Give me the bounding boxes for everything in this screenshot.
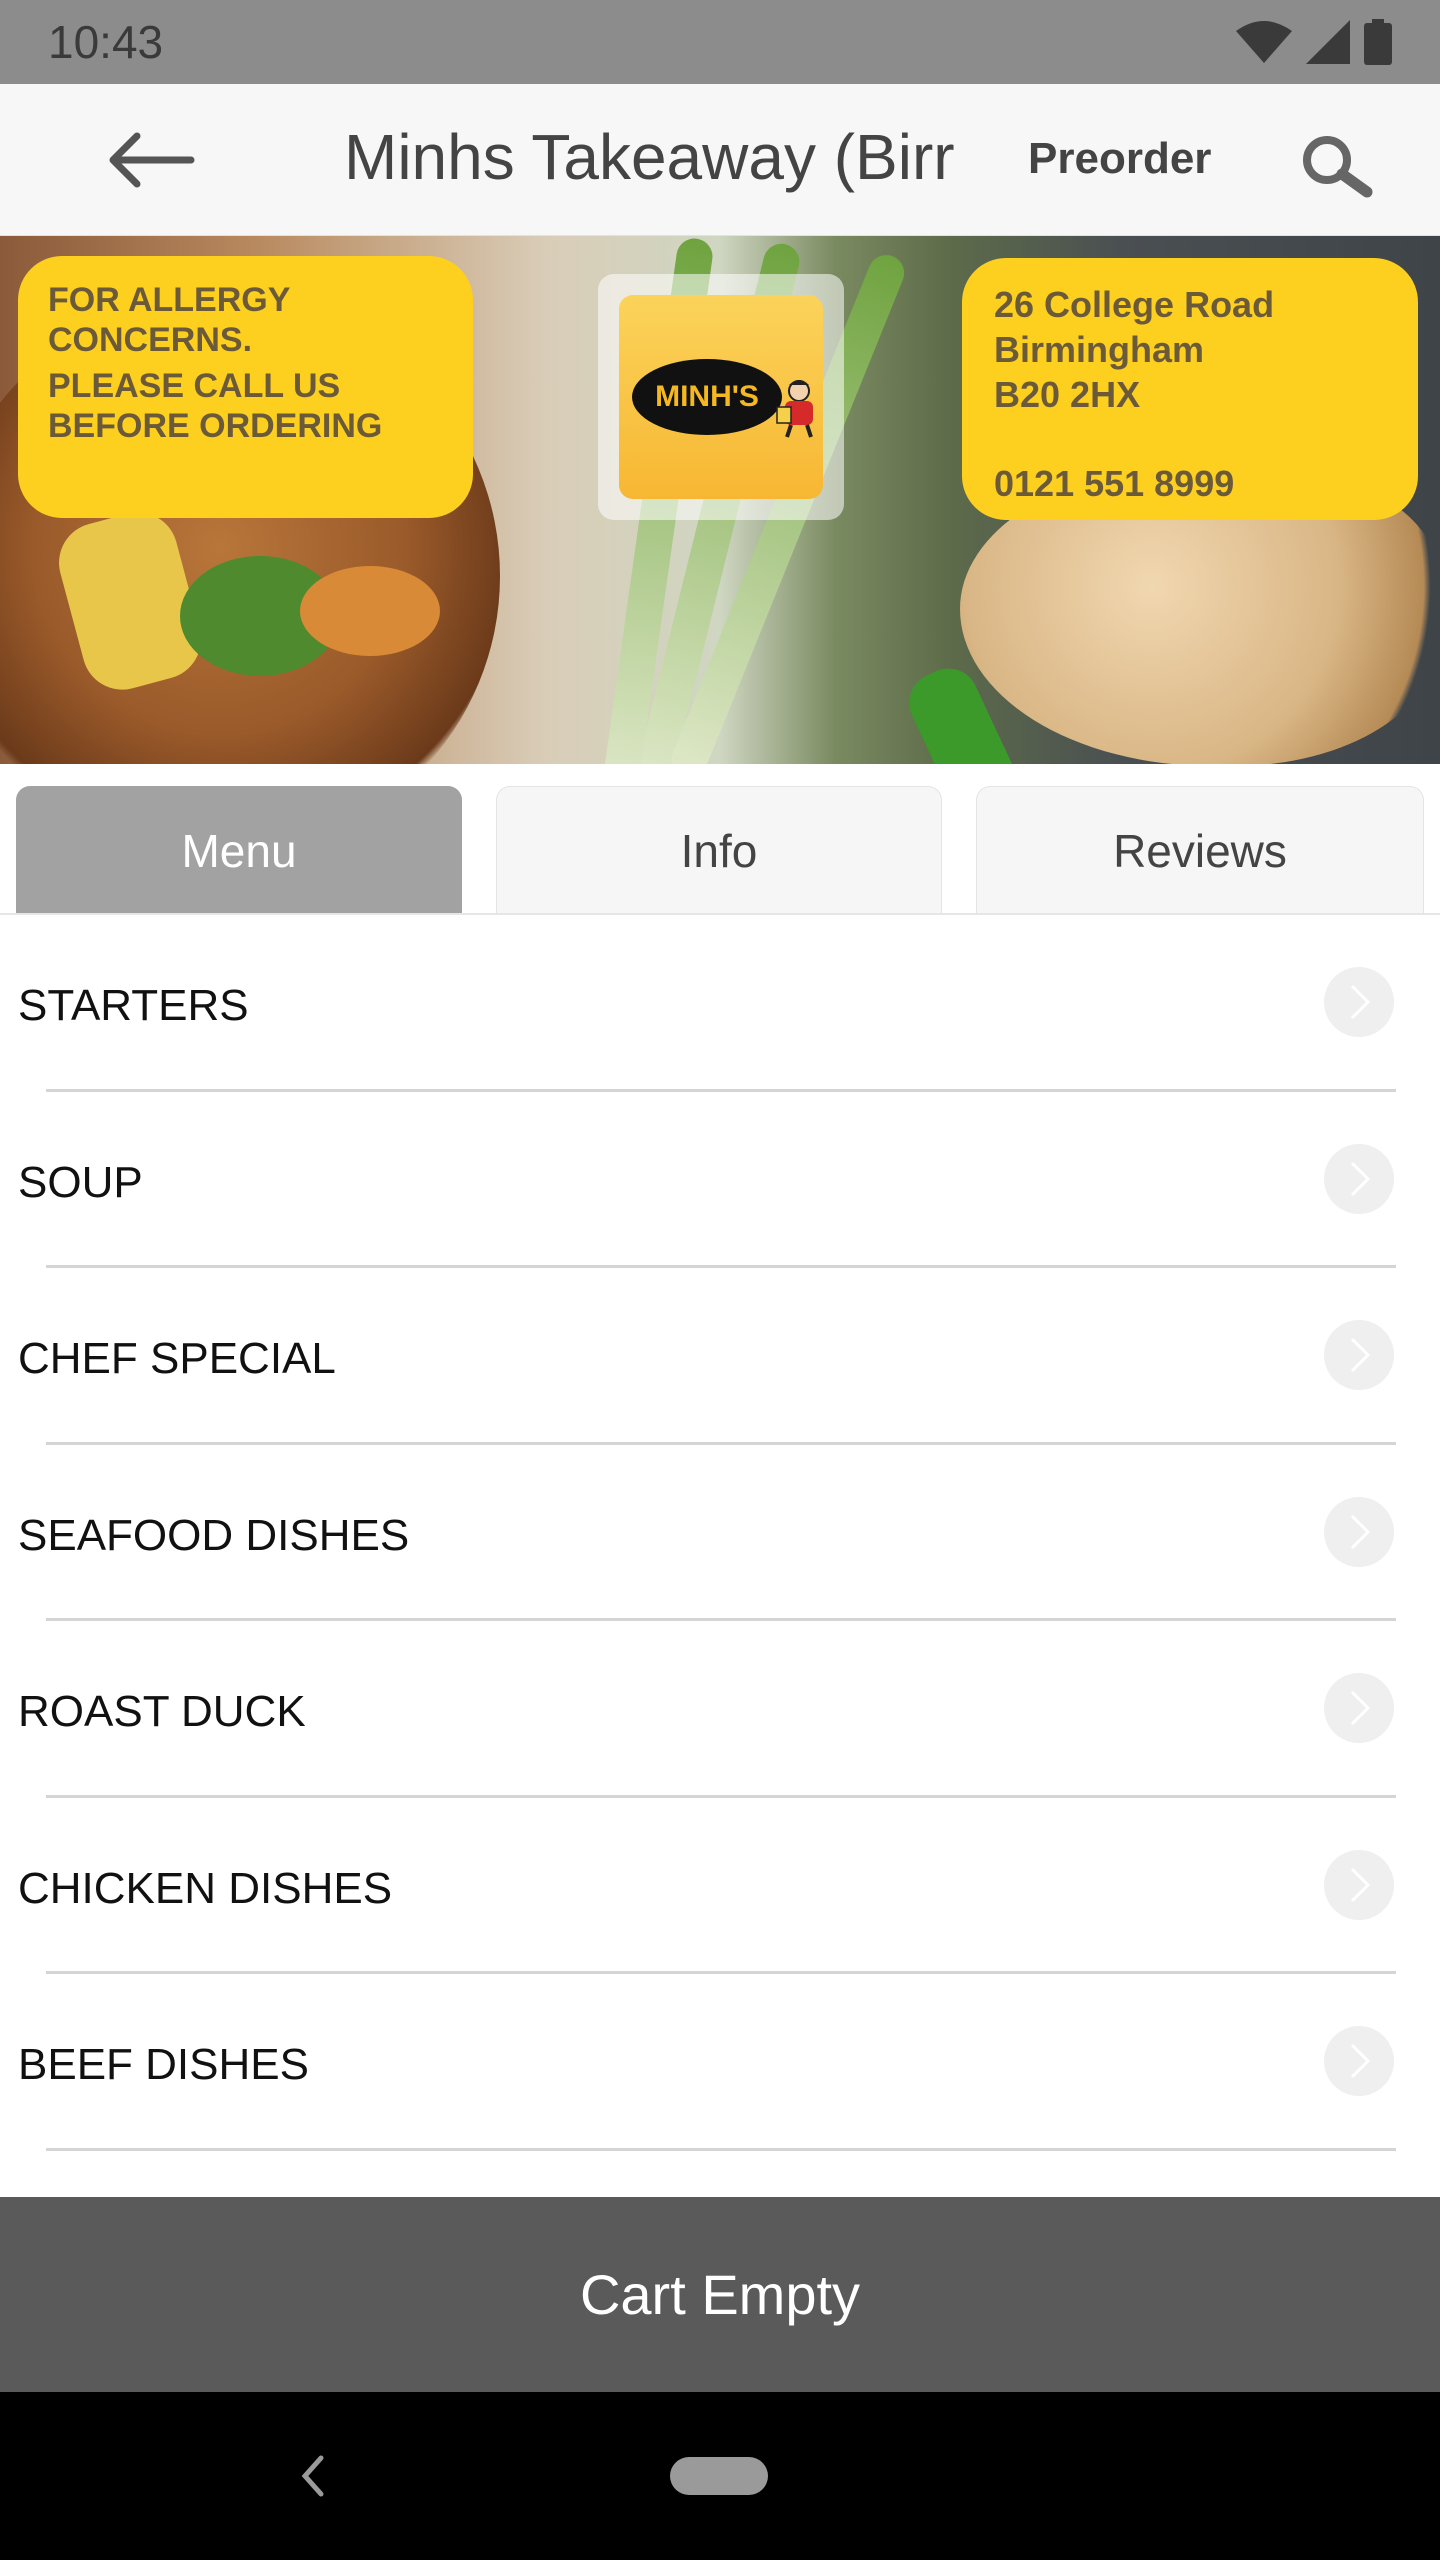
logo-tile: MINH'S xyxy=(619,295,823,499)
phone-number[interactable]: 0121 551 8999 xyxy=(994,461,1386,506)
address-line: 26 College Road xyxy=(994,284,1275,325)
system-nav-bar xyxy=(0,2392,1440,2560)
menu-category-chef-special[interactable]: CHEF SPECIAL xyxy=(0,1268,1440,1445)
chevron-right-icon xyxy=(1324,1320,1394,1390)
status-icons xyxy=(1236,19,1392,65)
system-home-button[interactable] xyxy=(670,2457,768,2495)
status-time: 10:43 xyxy=(48,16,164,68)
tab-reviews[interactable]: Reviews xyxy=(976,786,1424,914)
wifi-icon xyxy=(1236,21,1292,63)
menu-category-seafood-dishes[interactable]: SEAFOOD DISHES xyxy=(0,1445,1440,1621)
menu-category-label: SEAFOOD DISHES xyxy=(18,1510,410,1560)
battery-icon xyxy=(1364,19,1392,65)
menu-category-beef-dishes[interactable]: BEEF DISHES xyxy=(0,1974,1440,2151)
allergy-line: PLEASE CALL US xyxy=(48,367,341,405)
tab-menu[interactable]: Menu xyxy=(16,786,462,914)
logo-text: MINH'S xyxy=(655,380,759,413)
status-bar: 10:43 xyxy=(0,0,1440,84)
chevron-left-icon xyxy=(301,2455,324,2497)
menu-category-roast-duck[interactable]: ROAST DUCK xyxy=(0,1621,1440,1798)
back-button[interactable] xyxy=(100,124,200,196)
address-card: 26 College Road Birmingham B20 2HX 0121 … xyxy=(962,258,1418,520)
divider xyxy=(46,2147,1396,2151)
mascot-icon xyxy=(776,380,813,438)
allergy-line: FOR ALLERGY xyxy=(48,281,291,319)
chevron-right-icon xyxy=(1324,2026,1394,2096)
chevron-right-icon xyxy=(1324,967,1394,1037)
menu-category-soup[interactable]: SOUP xyxy=(0,1092,1440,1268)
cart-button[interactable]: Cart Empty xyxy=(0,2197,1440,2392)
allergy-line: CONCERNS. xyxy=(48,321,253,359)
menu-category-label: STARTERS xyxy=(18,981,249,1030)
logo-oval: MINH'S xyxy=(632,359,782,435)
cart-label: Cart Empty xyxy=(579,2263,861,2326)
tab-info[interactable]: Info xyxy=(496,786,942,914)
menu-category-label: CHICKEN DISHES xyxy=(18,1863,393,1913)
arrow-left-icon xyxy=(109,132,195,188)
app-header: Minhs Takeaway (Birr Preorder xyxy=(0,84,1440,236)
page-title: Minhs Takeaway (Birr xyxy=(344,121,955,193)
tab-bar: Menu Info Reviews xyxy=(0,786,1440,914)
banner-carrot-image xyxy=(300,566,440,656)
address-line: B20 2HX xyxy=(994,374,1141,415)
menu-category-label: SOUP xyxy=(18,1157,143,1207)
menu-category-starters[interactable]: STARTERS xyxy=(0,915,1440,1092)
restaurant-logo: MINH'S xyxy=(598,274,844,520)
address-line: Birmingham xyxy=(994,329,1205,370)
allergy-notice: FOR ALLERGY CONCERNS. PLEASE CALL US BEF… xyxy=(18,256,473,518)
system-back-button[interactable] xyxy=(292,2446,332,2506)
menu-category-label: CHEF SPECIAL xyxy=(18,1334,336,1383)
chevron-right-icon xyxy=(1324,1849,1394,1920)
menu-category-label: BEEF DISHES xyxy=(18,2040,309,2089)
menu-category-chicken-dishes[interactable]: CHICKEN DISHES xyxy=(0,1798,1440,1974)
search-button[interactable] xyxy=(1296,130,1376,202)
search-icon xyxy=(1303,136,1373,198)
restaurant-banner: FOR ALLERGY CONCERNS. PLEASE CALL US BEF… xyxy=(0,236,1440,764)
preorder-button[interactable]: Preorder xyxy=(1028,134,1211,184)
menu-category-label: ROAST DUCK xyxy=(18,1687,306,1736)
menu-category-list: STARTERS SOUP CHEF SPECIAL SEAFOOD DISHE… xyxy=(0,915,1440,2151)
chevron-right-icon xyxy=(1324,1673,1394,1743)
signal-icon xyxy=(1306,20,1350,64)
chevron-right-icon xyxy=(1324,1496,1394,1567)
chevron-right-icon xyxy=(1324,1143,1394,1214)
allergy-line: BEFORE ORDERING xyxy=(48,407,383,445)
